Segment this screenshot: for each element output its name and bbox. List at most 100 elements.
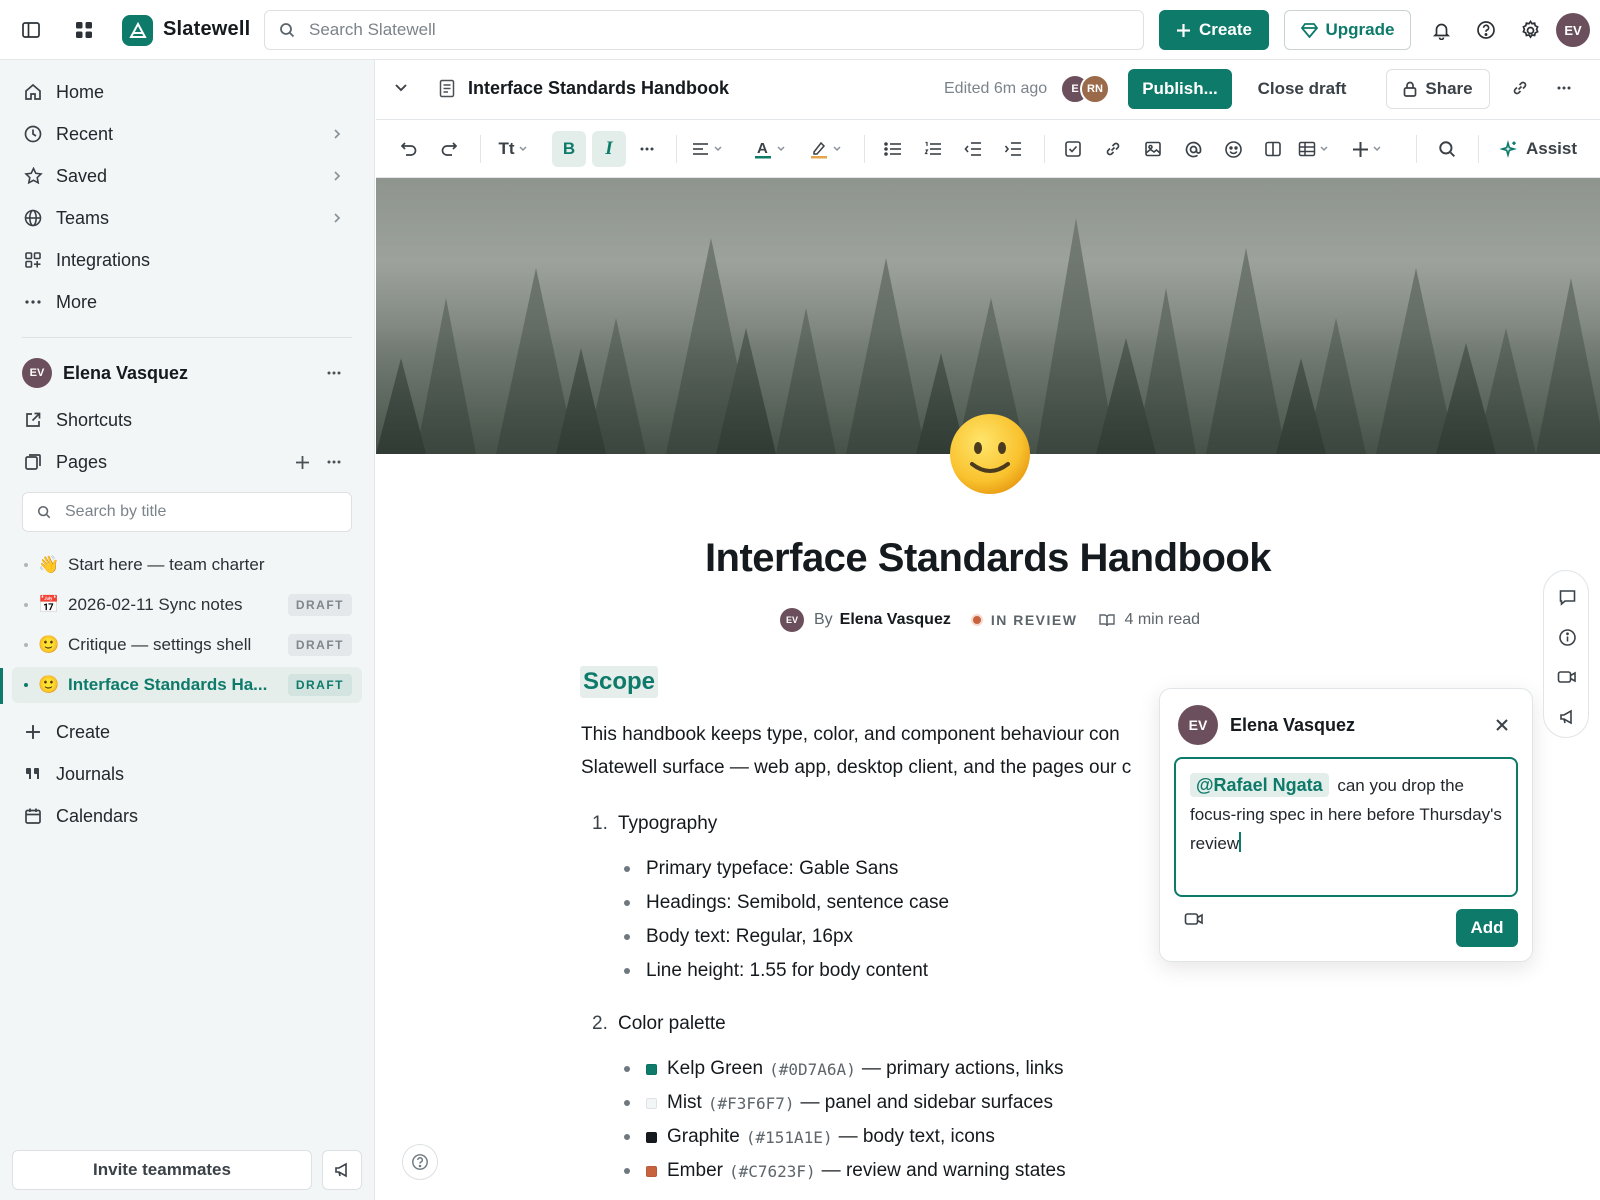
share-button[interactable]: Share — [1386, 69, 1490, 109]
color-bullet-item[interactable]: Graphite (#151A1E) — body text, icons — [624, 1126, 995, 1148]
invite-teammates-button[interactable]: Invite teammates — [12, 1150, 312, 1190]
collaborator-avatar[interactable]: RN — [1080, 74, 1110, 104]
chevron-right-icon[interactable] — [332, 128, 342, 140]
insert-dropdown[interactable] — [1350, 131, 1384, 167]
mention-icon[interactable] — [1176, 131, 1210, 167]
info-icon[interactable] — [1555, 625, 1579, 649]
chevron-right-icon[interactable] — [332, 212, 342, 224]
sidebar-item-journals[interactable]: Journals — [22, 757, 352, 791]
sidebar: Home Recent Saved Teams Integrations Mor… — [0, 60, 375, 1200]
table-dropdown[interactable] — [1296, 131, 1330, 167]
numbered-list-icon[interactable] — [916, 131, 950, 167]
app-switcher-icon[interactable] — [69, 15, 99, 45]
copy-link-icon[interactable] — [1511, 79, 1529, 97]
list-item[interactable]: 2. Color palette — [592, 1013, 726, 1035]
align-dropdown[interactable] — [690, 131, 724, 167]
bullet-item[interactable]: Line height: 1.55 for body content — [624, 960, 928, 982]
undo-icon[interactable] — [392, 131, 426, 167]
comment-icon[interactable] — [1555, 585, 1579, 609]
page-emoji: 🙂 — [38, 635, 60, 654]
page-tree-item-active[interactable]: 🙂 Interface Standards Ha... DRAFT — [12, 667, 362, 703]
page-emoji-icon[interactable] — [948, 412, 1032, 496]
redo-icon[interactable] — [432, 131, 466, 167]
help-icon[interactable] — [1471, 15, 1501, 45]
megaphone-icon[interactable] — [1555, 705, 1579, 729]
slatewell-logo-icon[interactable] — [122, 15, 153, 46]
user-avatar[interactable]: EV — [1556, 13, 1590, 47]
outdent-icon[interactable] — [956, 131, 990, 167]
create-button[interactable]: Create — [1159, 10, 1269, 50]
section-heading[interactable]: Scope — [580, 666, 659, 698]
settings-gear-icon[interactable] — [1515, 15, 1545, 45]
sidebar-item-recent[interactable]: Recent — [22, 117, 352, 151]
sidebar-item-create[interactable]: Create — [22, 715, 352, 749]
checkbox-task-icon[interactable] — [1056, 131, 1090, 167]
pages-more-icon[interactable] — [326, 459, 342, 465]
bullet-item[interactable]: Primary typeface: Gable Sans — [624, 858, 898, 880]
body-paragraph[interactable]: This handbook keeps type, color, and com… — [581, 718, 1161, 784]
bullet-item[interactable]: Headings: Semibold, sentence case — [624, 892, 949, 914]
page-tree-item[interactable]: 👋 Start here — team charter — [12, 547, 362, 583]
announcements-button[interactable] — [322, 1150, 362, 1190]
color-bullet-item[interactable]: Ember (#C7623F) — review and warning sta… — [624, 1160, 1066, 1182]
bullet-list-icon[interactable] — [876, 131, 910, 167]
page-tree-item[interactable]: 📅 2026-02-11 Sync notes DRAFT — [12, 587, 362, 623]
page-search-input[interactable]: Search by title — [22, 492, 352, 532]
close-draft-button[interactable]: Close draft — [1244, 69, 1360, 109]
color-swatch — [646, 1131, 657, 1143]
chevron-down-icon[interactable] — [392, 78, 410, 96]
page-tree-item[interactable]: 🙂 Critique — settings shell DRAFT — [12, 627, 362, 663]
help-circle-button[interactable] — [402, 1144, 438, 1180]
comment-textarea[interactable]: @Rafael Ngata can you drop the focus-rin… — [1174, 757, 1518, 897]
list-item[interactable]: 1. Typography — [592, 813, 717, 835]
sidebar-item-integrations[interactable]: Integrations — [22, 243, 352, 277]
video-record-icon[interactable] — [1182, 907, 1206, 931]
app-name[interactable]: Slatewell — [163, 18, 250, 41]
sidebar-item-pages[interactable]: Pages — [22, 445, 352, 479]
color-bullet-item[interactable]: Mist (#F3F6F7) — panel and sidebar surfa… — [624, 1092, 1053, 1114]
image-icon[interactable] — [1136, 131, 1170, 167]
bullet-item[interactable]: Body text: Regular, 16px — [624, 926, 853, 948]
chevron-right-icon[interactable] — [332, 170, 342, 182]
global-search-input[interactable]: Search Slatewell — [264, 10, 1144, 50]
assist-button[interactable]: Assist — [1500, 131, 1577, 167]
sidebar-item-more[interactable]: More — [22, 285, 352, 319]
author-name[interactable]: Elena Vasquez — [840, 611, 951, 629]
emoji-icon[interactable] — [1216, 131, 1250, 167]
mention-chip[interactable]: @Rafael Ngata — [1190, 773, 1329, 797]
italic-button[interactable]: I — [592, 131, 626, 167]
author-avatar[interactable]: EV — [780, 608, 804, 632]
sidebar-item-teams[interactable]: Teams — [22, 201, 352, 235]
add-comment-button[interactable]: Add — [1456, 909, 1518, 947]
highlight-dropdown[interactable] — [808, 131, 842, 167]
sidebar-item-label: Teams — [56, 207, 110, 228]
more-formatting-icon[interactable] — [630, 131, 664, 167]
indent-icon[interactable] — [996, 131, 1030, 167]
user-name: Elena Vasquez — [63, 362, 189, 383]
bell-icon[interactable] — [1426, 15, 1456, 45]
sidebar-item-calendars[interactable]: Calendars — [22, 799, 352, 833]
link-icon[interactable] — [1096, 131, 1130, 167]
video-icon[interactable] — [1555, 665, 1579, 689]
search-icon — [37, 505, 51, 519]
text-color-dropdown[interactable]: A — [752, 131, 786, 167]
sidebar-item-home[interactable]: Home — [22, 75, 352, 109]
user-more-icon[interactable] — [326, 370, 342, 376]
upgrade-button[interactable]: Upgrade — [1284, 10, 1411, 50]
sidebar-user-row[interactable]: EV Elena Vasquez — [22, 356, 352, 390]
document-heading[interactable]: Interface Standards Handbook — [376, 536, 1600, 581]
search-placeholder: Search by title — [65, 503, 167, 520]
close-icon[interactable] — [1488, 711, 1516, 739]
color-bullet-item[interactable]: Kelp Green (#0D7A6A) — primary actions, … — [624, 1058, 1064, 1080]
find-search-icon[interactable] — [1430, 131, 1464, 167]
sidebar-toggle-icon[interactable] — [16, 15, 46, 45]
document-title[interactable]: Interface Standards Handbook — [468, 78, 729, 99]
publish-button[interactable]: Publish... — [1128, 69, 1232, 109]
sidebar-item-shortcuts[interactable]: Shortcuts — [22, 403, 352, 437]
text-size-dropdown[interactable]: Tt — [496, 131, 530, 167]
bold-button[interactable]: B — [552, 131, 586, 167]
add-page-plus-icon[interactable] — [295, 455, 310, 470]
columns-layout-icon[interactable] — [1256, 131, 1290, 167]
more-options-icon[interactable] — [1556, 85, 1572, 91]
sidebar-item-saved[interactable]: Saved — [22, 159, 352, 193]
